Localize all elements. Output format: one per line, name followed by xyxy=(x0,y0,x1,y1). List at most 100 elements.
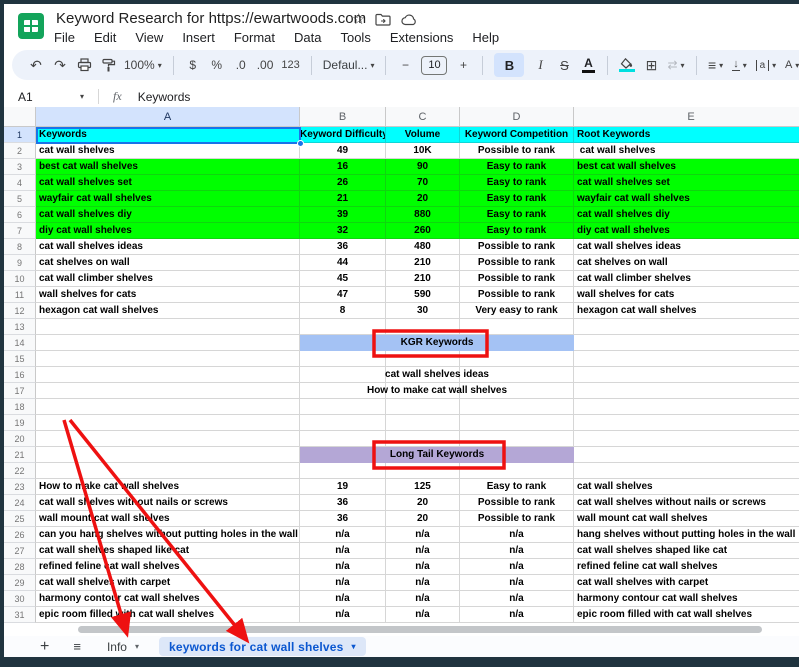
zoom-select[interactable]: 100%▾ xyxy=(124,54,162,76)
format-percent-button[interactable]: % xyxy=(209,54,225,76)
cell-E17[interactable] xyxy=(574,383,799,399)
cell-E13[interactable] xyxy=(574,319,799,335)
row-header-29[interactable]: 29 xyxy=(4,575,36,591)
row-header-31[interactable]: 31 xyxy=(4,607,36,623)
cell-C3[interactable]: 90 xyxy=(386,159,460,175)
row-header-30[interactable]: 30 xyxy=(4,591,36,607)
row-header-24[interactable]: 24 xyxy=(4,495,36,511)
cell-E1[interactable]: Root Keywords xyxy=(574,127,799,143)
row-header-6[interactable]: 6 xyxy=(4,207,36,223)
cell-A29[interactable]: cat wall shelves with carpet xyxy=(36,575,300,591)
text-wrap-button[interactable]: a▾ xyxy=(756,54,777,76)
cell-C20[interactable] xyxy=(386,431,460,447)
cell-E4[interactable]: cat wall shelves set xyxy=(574,175,799,191)
cell-E3[interactable]: best cat wall shelves xyxy=(574,159,799,175)
cell-D23[interactable]: Easy to rank xyxy=(460,479,574,495)
paint-format-button[interactable] xyxy=(100,54,116,76)
cell-A9[interactable]: cat shelves on wall xyxy=(36,255,300,271)
cell-C6[interactable]: 880 xyxy=(386,207,460,223)
cell-A19[interactable] xyxy=(36,415,300,431)
cell-D30[interactable]: n/a xyxy=(460,591,574,607)
cell-C22[interactable] xyxy=(386,463,460,479)
cell-A2[interactable]: cat wall shelves xyxy=(36,143,300,159)
menu-item-view[interactable]: View xyxy=(135,30,163,45)
cell-A23[interactable]: How to make cat wall shelves xyxy=(36,479,300,495)
cell-A4[interactable]: cat wall shelves set xyxy=(36,175,300,191)
select-all-corner[interactable] xyxy=(4,107,36,127)
print-button[interactable] xyxy=(76,54,92,76)
cell-E26[interactable]: hang shelves without putting holes in th… xyxy=(574,527,799,543)
cell-C28[interactable]: n/a xyxy=(386,559,460,575)
cell-A1[interactable]: Keywords xyxy=(36,127,300,143)
cell-D22[interactable] xyxy=(460,463,574,479)
column-header-E[interactable]: E xyxy=(574,107,799,127)
more-formats-button[interactable]: 123 xyxy=(281,54,299,76)
star-icon[interactable]: ☆ xyxy=(352,12,365,27)
cell-E12[interactable]: hexagon cat wall shelves xyxy=(574,303,799,319)
menu-item-insert[interactable]: Insert xyxy=(182,30,215,45)
cell-D1[interactable]: Keyword Competition xyxy=(460,127,574,143)
cell-C26[interactable]: n/a xyxy=(386,527,460,543)
cell-D28[interactable]: n/a xyxy=(460,559,574,575)
name-box[interactable]: A1 xyxy=(4,90,80,104)
cell-E28[interactable]: refined feline cat wall shelves xyxy=(574,559,799,575)
cell-B18[interactable] xyxy=(300,399,386,415)
cell-C29[interactable]: n/a xyxy=(386,575,460,591)
format-currency-button[interactable]: $ xyxy=(185,54,201,76)
row-header-9[interactable]: 9 xyxy=(4,255,36,271)
column-header-C[interactable]: C xyxy=(386,107,460,127)
cell-D4[interactable]: Easy to rank xyxy=(460,175,574,191)
cell-A18[interactable] xyxy=(36,399,300,415)
cell-B28[interactable]: n/a xyxy=(300,559,386,575)
font-size-input[interactable]: 10 xyxy=(421,56,447,75)
cell-C10[interactable]: 210 xyxy=(386,271,460,287)
cell-A5[interactable]: wayfair cat wall shelves xyxy=(36,191,300,207)
borders-button[interactable]: ⊞ xyxy=(643,54,659,76)
row-header-25[interactable]: 25 xyxy=(4,511,36,527)
cell-C13[interactable] xyxy=(386,319,460,335)
cell-D15[interactable] xyxy=(460,351,574,367)
cell-B24[interactable]: 36 xyxy=(300,495,386,511)
row-header-17[interactable]: 17 xyxy=(4,383,36,399)
cell-E9[interactable]: cat shelves on wall xyxy=(574,255,799,271)
cell-E23[interactable]: cat wall shelves xyxy=(574,479,799,495)
cell-D13[interactable] xyxy=(460,319,574,335)
cell-E20[interactable] xyxy=(574,431,799,447)
cell-A25[interactable]: wall mount cat wall shelves xyxy=(36,511,300,527)
cell-C9[interactable]: 210 xyxy=(386,255,460,271)
row-header-26[interactable]: 26 xyxy=(4,527,36,543)
cell-E8[interactable]: cat wall shelves ideas xyxy=(574,239,799,255)
cell-E19[interactable] xyxy=(574,415,799,431)
cell-D12[interactable]: Very easy to rank xyxy=(460,303,574,319)
cell-E6[interactable]: cat wall shelves diy xyxy=(574,207,799,223)
move-folder-icon[interactable] xyxy=(375,13,391,26)
cell-D18[interactable] xyxy=(460,399,574,415)
cell-E10[interactable]: cat wall climber shelves xyxy=(574,271,799,287)
cell-B1[interactable]: Keyword Difficulty xyxy=(300,127,386,143)
cell-A28[interactable]: refined feline cat wall shelves xyxy=(36,559,300,575)
redo-button[interactable]: ↷ xyxy=(52,54,68,76)
cell-A27[interactable]: cat wall shelves shaped like cat xyxy=(36,543,300,559)
row-header-12[interactable]: 12 xyxy=(4,303,36,319)
cell-B2[interactable]: 49 xyxy=(300,143,386,159)
row-header-1[interactable]: 1 xyxy=(4,127,36,143)
decrease-decimal-button[interactable]: .0 xyxy=(233,54,249,76)
cell-C24[interactable]: 20 xyxy=(386,495,460,511)
column-header-A[interactable]: A xyxy=(36,107,300,127)
cell-B5[interactable]: 21 xyxy=(300,191,386,207)
cell-B30[interactable]: n/a xyxy=(300,591,386,607)
cell-D7[interactable]: Easy to rank xyxy=(460,223,574,239)
cell-B20[interactable] xyxy=(300,431,386,447)
row-header-7[interactable]: 7 xyxy=(4,223,36,239)
cell-C11[interactable]: 590 xyxy=(386,287,460,303)
cell-B23[interactable]: 19 xyxy=(300,479,386,495)
menu-item-data[interactable]: Data xyxy=(294,30,321,45)
cell-E16[interactable] xyxy=(574,367,799,383)
cell-E31[interactable]: epic room filled with cat wall shelves xyxy=(574,607,799,623)
row-header-15[interactable]: 15 xyxy=(4,351,36,367)
cell-D26[interactable]: n/a xyxy=(460,527,574,543)
decrease-font-size-button[interactable]: − xyxy=(397,54,413,76)
cell-E14[interactable] xyxy=(574,335,799,351)
row-header-28[interactable]: 28 xyxy=(4,559,36,575)
cell-B6[interactable]: 39 xyxy=(300,207,386,223)
